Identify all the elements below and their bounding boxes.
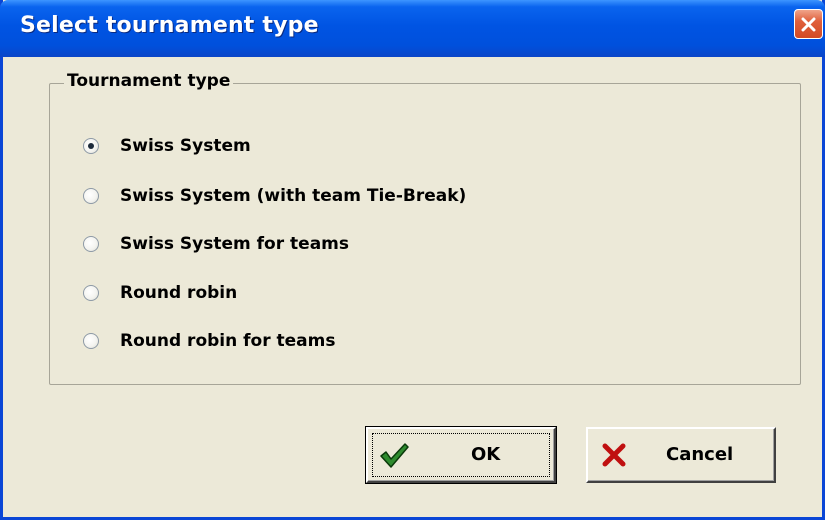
radio-button[interactable] <box>83 138 99 154</box>
radio-label: Swiss System (with team Tie-Break) <box>120 186 467 206</box>
tournament-type-group: Tournament type Swiss System Swiss Syste… <box>49 71 801 385</box>
checkmark-icon <box>380 443 409 468</box>
radio-option-round-robin-teams[interactable]: Round robin for teams <box>83 329 335 353</box>
x-icon <box>602 443 626 467</box>
radio-button[interactable] <box>83 333 99 349</box>
ok-label: OK <box>471 444 501 465</box>
cancel-button[interactable]: Cancel <box>586 427 776 483</box>
close-button[interactable] <box>794 9 823 39</box>
radio-button[interactable] <box>83 236 99 252</box>
dialog-window: Select tournament type Tournament type S… <box>0 0 825 520</box>
radio-label: Round robin <box>120 283 238 303</box>
radio-label: Swiss System <box>120 136 251 156</box>
title-bar[interactable]: Select tournament type <box>0 0 825 57</box>
radio-selected-dot <box>88 143 94 149</box>
radio-button[interactable] <box>83 285 99 301</box>
radio-button[interactable] <box>83 188 99 204</box>
close-icon <box>801 17 816 31</box>
ok-button[interactable]: OK <box>365 426 557 484</box>
radio-option-swiss-system[interactable]: Swiss System <box>83 134 251 158</box>
radio-option-swiss-system-team-tiebreak[interactable]: Swiss System (with team Tie-Break) <box>83 184 466 208</box>
group-legend: Tournament type <box>64 71 234 91</box>
radio-label: Round robin for teams <box>120 331 336 351</box>
radio-option-swiss-system-teams[interactable]: Swiss System for teams <box>83 232 349 256</box>
radio-label: Swiss System for teams <box>120 234 350 254</box>
radio-option-round-robin[interactable]: Round robin <box>83 281 237 305</box>
cancel-label: Cancel <box>666 444 734 465</box>
window-title: Select tournament type <box>20 13 319 38</box>
